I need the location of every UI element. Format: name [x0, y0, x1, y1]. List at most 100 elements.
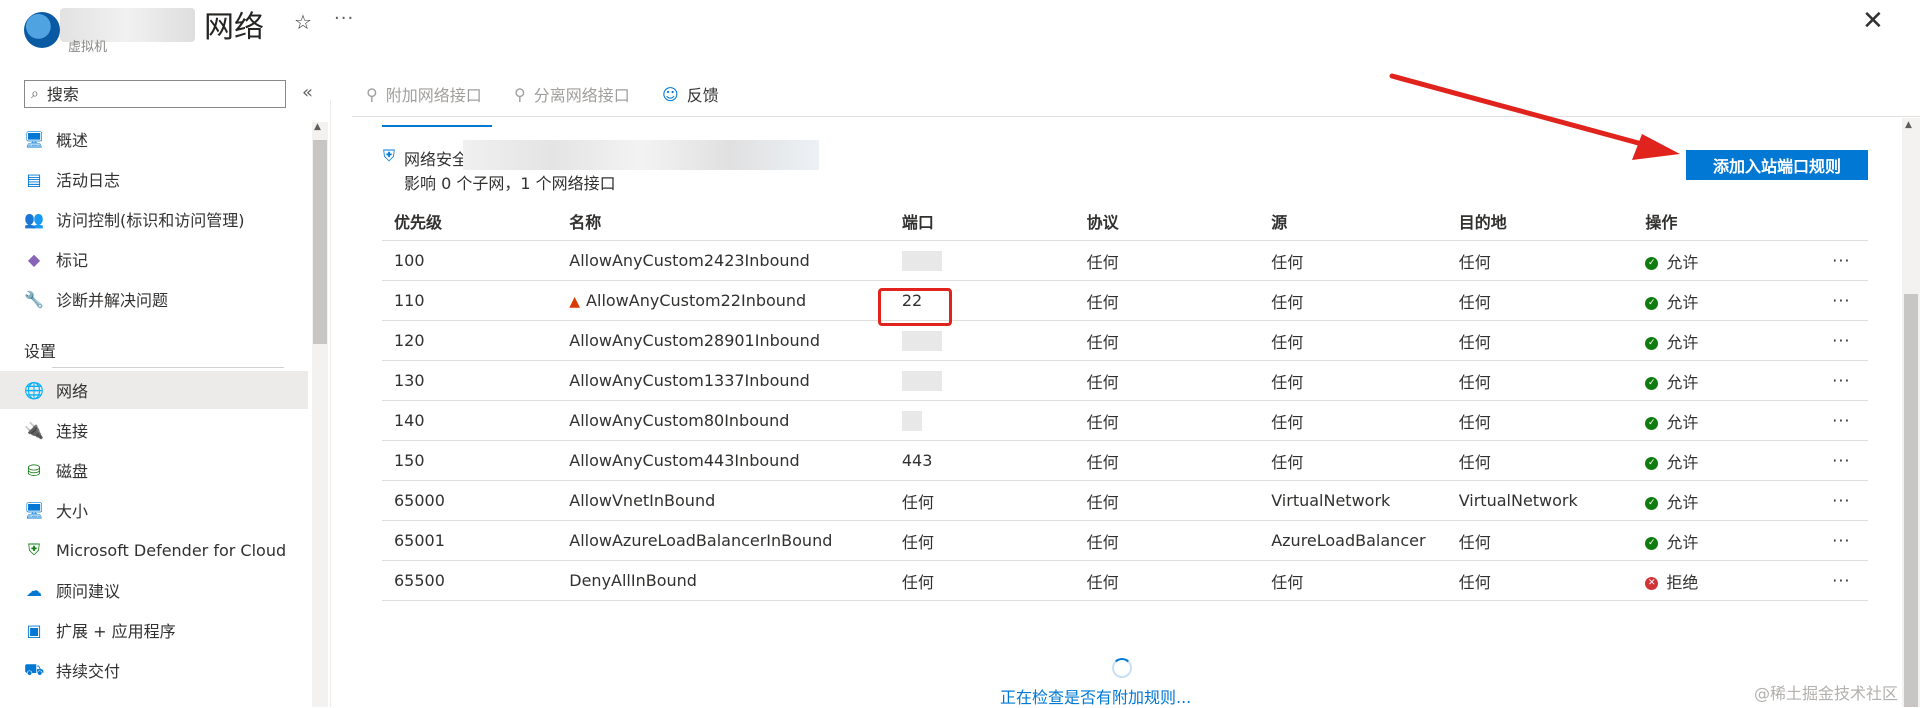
sidebar-item-network[interactable]: 🌐 网络 — [0, 371, 308, 409]
sidebar-item-disks[interactable]: ⛁ 磁盘 — [0, 451, 308, 489]
table-row[interactable]: 130 AllowAnyCustom1337Inbound 任何 任何 任何 ✓… — [382, 360, 1868, 401]
inbound-rules-table: 优先级 名称 端口 协议 源 目的地 操作 100 AllowAnyCustom… — [382, 202, 1868, 601]
feedback-icon: ☺ — [662, 84, 679, 104]
port-cell: 任何 — [889, 520, 1075, 561]
col-port[interactable]: 端口 — [889, 202, 1075, 241]
name-cell[interactable]: AllowAnyCustom2423Inbound — [557, 240, 890, 281]
sidebar-item-diagnose[interactable]: 🔧 诊断并解决问题 — [0, 280, 308, 318]
action-label: 允许 — [1666, 412, 1699, 432]
sidebar-item-overview[interactable]: 🖥 概述 — [0, 120, 308, 158]
protocol-cell: 任何 — [1074, 360, 1260, 401]
col-source[interactable]: 源 — [1259, 202, 1447, 241]
close-icon[interactable]: ✕ — [1862, 6, 1884, 36]
scroll-up-arrow-icon[interactable]: ▲ — [1905, 120, 1912, 130]
sidebar-item-tags[interactable]: ◆ 标记 — [0, 240, 308, 278]
redacted-port — [901, 330, 942, 351]
port-cell — [889, 320, 1075, 361]
action-label: 允许 — [1666, 492, 1699, 512]
col-protocol[interactable]: 协议 — [1074, 202, 1260, 241]
network-icon: 🌐 — [24, 380, 44, 400]
action-cell: ✓ 允许 — [1633, 480, 1803, 521]
action-label: 允许 — [1666, 292, 1699, 312]
col-destination[interactable]: 目的地 — [1446, 202, 1634, 241]
shield-icon: ⛨ — [27, 540, 40, 559]
table-row[interactable]: 140 AllowAnyCustom80Inbound 任何 任何 任何 ✓ 允许… — [382, 400, 1868, 441]
sidebar-item-label: 持续交付 — [56, 662, 121, 681]
col-action[interactable]: 操作 — [1633, 202, 1803, 241]
priority-cell: 140 — [382, 400, 558, 441]
detach-nic-button[interactable]: ⚲ 分离网络接口 — [514, 82, 630, 106]
name-cell[interactable]: AllowAnyCustom443Inbound — [557, 440, 890, 481]
feedback-button[interactable]: ☺ 反馈 — [662, 82, 719, 106]
source-cell: 任何 — [1259, 320, 1447, 361]
main-scrollbar-thumb[interactable] — [1904, 294, 1918, 707]
priority-cell: 100 — [382, 240, 558, 281]
col-priority[interactable]: 优先级 — [382, 202, 558, 241]
sidebar-item-label: 扩展 + 应用程序 — [56, 622, 176, 641]
table-row[interactable]: 100 AllowAnyCustom2423Inbound 任何 任何 任何 ✓… — [382, 240, 1868, 281]
source-cell: 任何 — [1259, 400, 1447, 441]
name-cell[interactable]: AllowAnyCustom80Inbound — [557, 400, 890, 441]
warning-icon: ▲ — [569, 294, 581, 310]
attach-nic-button[interactable]: ⚲ 附加网络接口 — [366, 82, 482, 106]
sidebar-item-continuous-delivery[interactable]: ⛟ 持续交付 — [0, 651, 308, 689]
sidebar-item-label: 磁盘 — [56, 462, 89, 481]
port-cell: 443 — [889, 440, 1075, 481]
row-more-icon[interactable]: ··· — [1802, 520, 1868, 561]
sidebar-item-advisor[interactable]: ☁ 顾问建议 — [0, 571, 308, 609]
row-more-icon[interactable]: ··· — [1802, 320, 1868, 361]
table-row[interactable]: 110 ▲ AllowAnyCustom22Inbound 22 任何 任何 任何… — [382, 280, 1868, 321]
row-more-icon[interactable]: ··· — [1802, 400, 1868, 441]
row-more-icon[interactable]: ··· — [1802, 480, 1868, 521]
table-row[interactable]: 65001 AllowAzureLoadBalancerInBound 任何 任… — [382, 520, 1868, 561]
protocol-cell: 任何 — [1074, 240, 1260, 281]
table-row[interactable]: 65500 DenyAllInBound 任何 任何 任何 任何 ✕ 拒绝 ··· — [382, 560, 1868, 601]
sidebar-item-defender[interactable]: ⛨ Microsoft Defender for Cloud — [0, 531, 308, 569]
row-more-icon[interactable]: ··· — [1802, 360, 1868, 401]
destination-cell: VirtualNetwork — [1446, 480, 1634, 521]
row-more-icon[interactable]: ··· — [1802, 560, 1868, 601]
collapse-sidebar-icon[interactable]: « — [302, 82, 313, 103]
sidebar-scrollbar-thumb[interactable] — [313, 140, 327, 344]
action-cell: ✓ 允许 — [1633, 320, 1803, 361]
sidebar-item-size[interactable]: 🖥 大小 — [0, 491, 308, 529]
table-row[interactable]: 150 AllowAnyCustom443Inbound 443 任何 任何 任… — [382, 440, 1868, 481]
priority-cell: 65000 — [382, 480, 558, 521]
destination-cell: 任何 — [1446, 400, 1634, 441]
blade-divider — [330, 100, 331, 707]
protocol-cell: 任何 — [1074, 560, 1260, 601]
sidebar-item-access-control[interactable]: 👥 访问控制(标识和访问管理) — [0, 200, 308, 238]
nsg-label: 网络安全 — [404, 150, 469, 169]
name-cell[interactable]: AllowAnyCustom28901Inbound — [557, 320, 890, 361]
name-cell[interactable]: ▲ AllowAnyCustom22Inbound — [557, 280, 890, 321]
row-more-icon[interactable]: ··· — [1802, 280, 1868, 321]
feedback-label: 反馈 — [686, 86, 719, 105]
rule-name: AllowAnyCustom22Inbound — [586, 291, 807, 310]
more-options-icon[interactable]: ··· — [334, 8, 354, 29]
table-row[interactable]: 120 AllowAnyCustom28901Inbound 任何 任何 任何 … — [382, 320, 1868, 361]
sidebar-item-label: 连接 — [56, 422, 89, 441]
search-input[interactable] — [44, 83, 269, 105]
table-row[interactable]: 65000 AllowVnetInBound 任何 任何 VirtualNetw… — [382, 480, 1868, 521]
sidebar-search[interactable]: ⌕ — [24, 80, 286, 108]
sidebar-item-connect[interactable]: 🔌 连接 — [0, 411, 308, 449]
row-more-icon[interactable]: ··· — [1802, 440, 1868, 481]
deny-x-icon: ✕ — [1645, 576, 1659, 590]
action-cell: ✓ 允许 — [1633, 440, 1803, 481]
source-cell: 任何 — [1259, 560, 1447, 601]
destination-cell: 任何 — [1446, 360, 1634, 401]
sidebar-item-activity-log[interactable]: ▤ 活动日志 — [0, 160, 308, 198]
sidebar-item-extensions[interactable]: ▣ 扩展 + 应用程序 — [0, 611, 308, 649]
name-cell[interactable]: AllowVnetInBound — [557, 480, 890, 521]
name-cell[interactable]: AllowAnyCustom1337Inbound — [557, 360, 890, 401]
port-cell — [889, 240, 1075, 281]
name-cell[interactable]: AllowAzureLoadBalancerInBound — [557, 520, 890, 561]
scroll-up-arrow-icon[interactable]: ▲ — [314, 122, 321, 132]
add-inbound-rule-button[interactable]: 添加入站端口规则 — [1686, 150, 1868, 180]
redacted-port — [901, 250, 942, 271]
sidebar-item-label: Microsoft Defender for Cloud — [56, 540, 287, 560]
row-more-icon[interactable]: ··· — [1802, 240, 1868, 281]
col-name[interactable]: 名称 — [557, 202, 890, 241]
favorite-star-icon[interactable]: ☆ — [294, 10, 312, 34]
name-cell[interactable]: DenyAllInBound — [557, 560, 890, 601]
